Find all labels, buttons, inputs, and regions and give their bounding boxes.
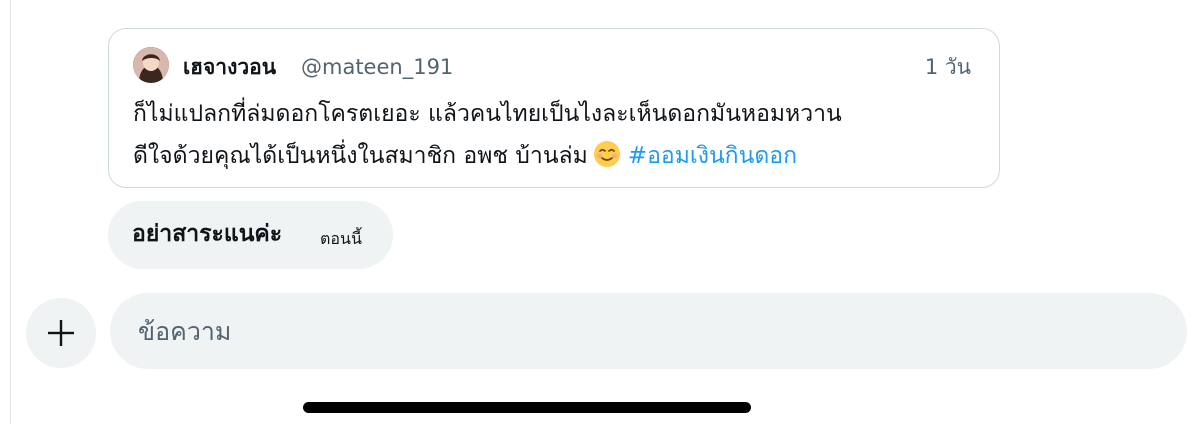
avatar[interactable] <box>133 47 169 83</box>
add-attachment-button[interactable] <box>26 298 96 368</box>
quoted-text-line-2: ดีใจด้วยคุณได้เป็นหนึ่งในสมาชิก อพช บ้าน… <box>133 143 588 169</box>
quoted-timestamp: 1 วัน <box>924 55 971 79</box>
message-input[interactable] <box>110 293 1187 369</box>
quoted-text-line-1: ก็ไม่แปลกที่ล่มดอกโครตเยอะ แล้วคนไทยเป็น… <box>133 101 842 127</box>
quoted-tweet-card[interactable]: เฮจางวอน @mateen_191 1 วัน ก็ไม่แปลกที่ล… <box>108 28 1000 188</box>
hashtag-link[interactable]: #ออมเงินกินดอก <box>628 143 797 169</box>
message-text: อย่าสาระแนค่ะ <box>132 221 283 247</box>
left-divider <box>10 0 11 424</box>
quoted-display-name: เฮจางวอน <box>183 55 277 79</box>
home-indicator[interactable] <box>303 402 751 413</box>
smiling-face-emoji-icon <box>593 141 620 167</box>
quoted-text-line-2-wrap: ดีใจด้วยคุณได้เป็นหนึ่งในสมาชิก อพช บ้าน… <box>133 135 973 177</box>
quoted-tweet-text: ก็ไม่แปลกที่ล่มดอกโครตเยอะ แล้วคนไทยเป็น… <box>133 93 973 177</box>
plus-icon <box>48 320 74 346</box>
sent-message-bubble[interactable]: อย่าสาระแนค่ะ ตอนนี้ <box>108 201 393 269</box>
message-timestamp: ตอนนี้ <box>320 229 362 248</box>
quoted-handle: @mateen_191 <box>301 55 454 79</box>
dm-conversation-screen: เฮจางวอน @mateen_191 1 วัน ก็ไม่แปลกที่ล… <box>0 0 1200 424</box>
